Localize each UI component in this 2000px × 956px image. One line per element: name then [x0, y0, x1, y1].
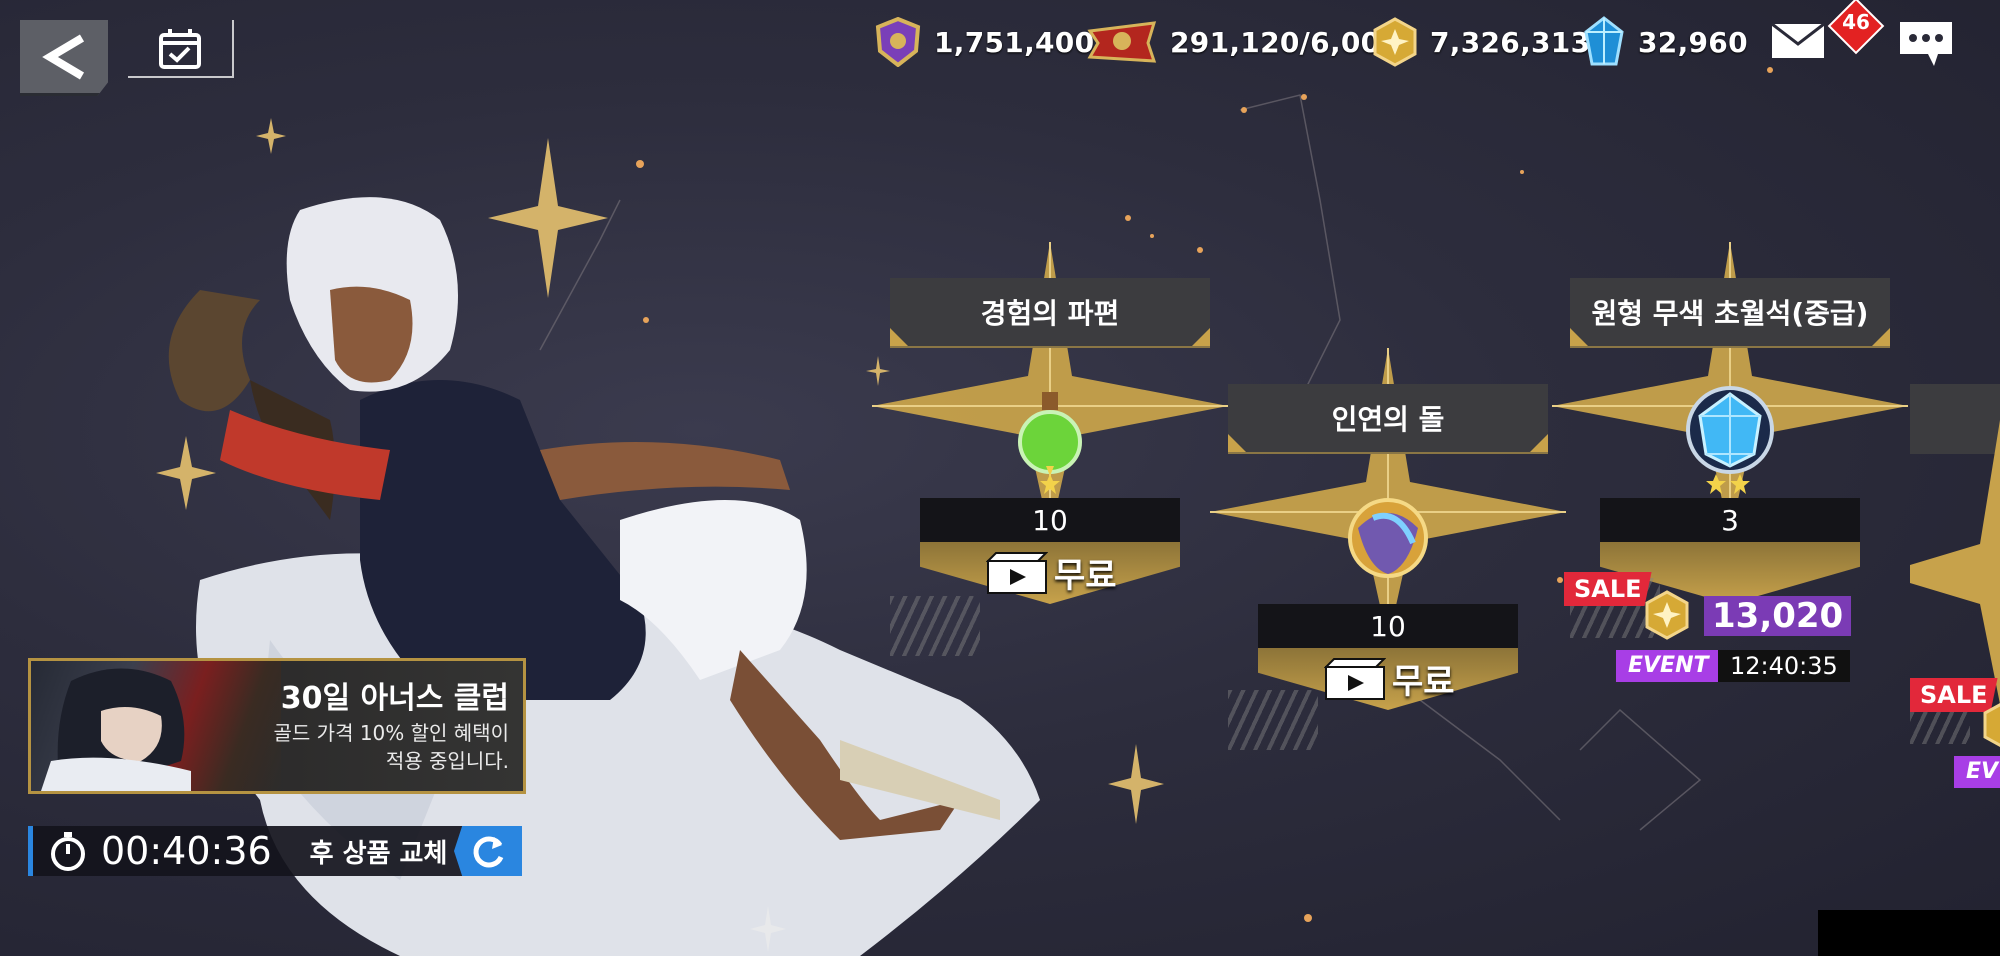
- blue-gem-icon: [1686, 386, 1774, 474]
- compass-star-frame: [1910, 420, 2000, 704]
- refresh-icon: [473, 836, 504, 868]
- club-character-portrait: [31, 661, 281, 791]
- refresh-countdown: 00:40:36: [101, 829, 272, 873]
- red-banner-icon: [1087, 21, 1157, 63]
- video-ad-icon: [1324, 657, 1386, 700]
- item-quantity: 10: [1258, 604, 1518, 648]
- free-ad-button[interactable]: 무료: [986, 548, 1117, 597]
- shop-item-partial[interactable]: SALE EV: [1910, 384, 2000, 804]
- free-label: 무료: [1054, 556, 1117, 596]
- item-name: 경험의 파편: [890, 278, 1210, 348]
- bond-stone-icon: [1348, 498, 1428, 578]
- redaction-box: [1818, 910, 2000, 956]
- gold-coin-icon: [1373, 17, 1417, 67]
- back-button[interactable]: [20, 20, 108, 96]
- sale-tag: SALE: [1564, 572, 1652, 606]
- green-potion-icon: [1018, 392, 1082, 476]
- resource-value: 1,751,400: [934, 25, 1095, 59]
- promo-desc-line: 적용 중입니다.: [385, 749, 509, 773]
- refresh-timer-bar: 00:40:36 후 상품 교체: [28, 826, 522, 876]
- purple-crest-icon: [875, 17, 921, 67]
- sparkle-icon: [1108, 744, 1164, 824]
- item-name: 인연의 돌: [1228, 384, 1548, 454]
- event-tag: EVENT: [1616, 650, 1721, 682]
- stopwatch-icon: [51, 832, 85, 871]
- hatch-decoration: [1228, 690, 1318, 750]
- shop-item-transcendence-stone[interactable]: 원형 무색 초월석(중급) 3 SALE 13,020 EVENT 12:40:…: [1552, 242, 1908, 698]
- rarity-star-icon: [1040, 474, 1060, 494]
- character-avatar-art: [41, 668, 191, 791]
- event-countdown: 12:40:35: [1718, 650, 1850, 682]
- resource-value: 7,326,313: [1430, 25, 1591, 59]
- blue-crystal-icon: [1584, 16, 1624, 66]
- gold-coin-icon: [1645, 590, 1689, 640]
- shop-item-exp-shard[interactable]: 경험의 파편 10 무료: [872, 242, 1228, 658]
- item-name: 원형 무색 초월석(중급): [1570, 278, 1890, 348]
- attendance-calendar-button[interactable]: [128, 20, 234, 78]
- item-quantity: 10: [920, 498, 1180, 542]
- event-tag: EV: [1954, 756, 2000, 788]
- chat-bubble-icon: [1900, 22, 1952, 66]
- free-ad-button[interactable]: 무료: [1324, 654, 1455, 703]
- item-price: 13,020: [1704, 596, 1852, 636]
- refresh-button[interactable]: [454, 826, 522, 876]
- free-label: 무료: [1392, 662, 1455, 702]
- refresh-suffix-label: 후 상품 교체: [309, 838, 448, 869]
- arrow-left-icon: [42, 34, 85, 79]
- resource-stamina[interactable]: 291,120/6,000: [1086, 14, 1400, 70]
- resource-honor-points[interactable]: 1,751,400: [874, 14, 1094, 70]
- promo-title: 30일 아너스 클럽: [280, 681, 509, 716]
- gold-coin-icon: [1983, 703, 2000, 747]
- promo-desc-line: 골드 가격 10% 할인 혜택이: [273, 721, 509, 745]
- hatch-decoration: [890, 596, 980, 656]
- shop-item-bond-stone[interactable]: 인연의 돌 10 무료: [1210, 348, 1566, 764]
- calendar-check-icon: [159, 29, 201, 69]
- chat-button[interactable]: [1898, 18, 1954, 72]
- resource-gold[interactable]: 7,326,313: [1372, 14, 1590, 70]
- mail-button[interactable]: [1770, 20, 1826, 64]
- mail-badge-count: 46: [1842, 10, 1870, 34]
- rarity-stars-icon: [1706, 474, 1750, 494]
- sparkle-icon: [256, 118, 286, 154]
- mail-icon: [1771, 22, 1825, 58]
- resource-crystal[interactable]: 32,960: [1582, 14, 1748, 70]
- honors-club-promo-card[interactable]: 30일 아너스 클럽 골드 가격 10% 할인 혜택이 적용 중입니다.: [28, 658, 526, 794]
- resource-value: 291,120/6,000: [1170, 25, 1401, 59]
- item-quantity: 3: [1600, 498, 1860, 542]
- resource-value: 32,960: [1638, 25, 1748, 59]
- video-ad-icon: [986, 551, 1048, 594]
- promo-description: 골드 가격 10% 할인 혜택이 적용 중입니다.: [274, 719, 509, 775]
